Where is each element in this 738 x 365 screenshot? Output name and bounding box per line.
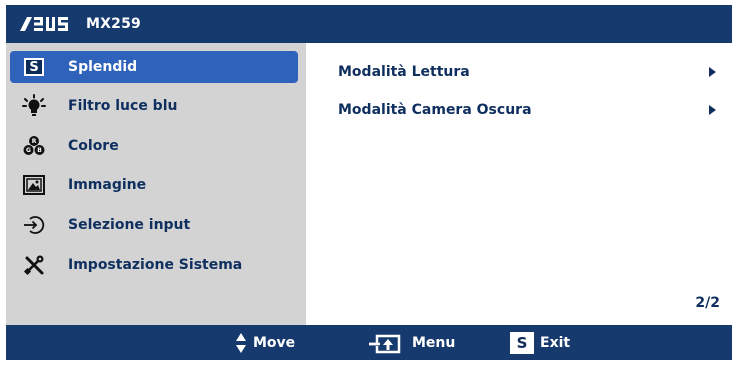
bulb-icon	[22, 94, 46, 118]
submenu-item-label: Modalità Camera Oscura	[338, 102, 532, 118]
submenu-item-darkroom-mode[interactable]: Modalità Camera Oscura	[338, 97, 718, 123]
menu-item-color[interactable]: R G B Colore	[6, 128, 306, 164]
menu-item-system-setup[interactable]: Impostazione Sistema	[6, 247, 306, 283]
menu-item-label: Selezione input	[68, 217, 191, 233]
menu-item-splendid[interactable]: S Splendid	[10, 51, 298, 83]
menu-item-label: Filtro luce blu	[68, 98, 178, 114]
chevron-right-icon	[709, 67, 716, 77]
menu-label: Menu	[412, 334, 456, 351]
main-menu: S Splendid Filtro luce blu R G B Colore …	[6, 43, 306, 325]
menu-item-label: Colore	[68, 138, 119, 154]
asus-logo	[20, 17, 76, 31]
menu-item-blue-light-filter[interactable]: Filtro luce blu	[6, 88, 306, 124]
submenu-item-reading-mode[interactable]: Modalità Lettura	[338, 59, 718, 85]
svg-text:G: G	[26, 147, 31, 154]
submenu-item-label: Modalità Lettura	[338, 64, 470, 80]
svg-text:R: R	[32, 138, 37, 145]
move-hint[interactable]: Move	[235, 325, 295, 360]
move-label: Move	[253, 334, 296, 351]
splendid-exit-icon: S	[510, 331, 534, 354]
menu-item-label: Immagine	[68, 177, 147, 193]
exit-hint[interactable]: S Exit	[510, 325, 570, 360]
menu-item-input-select[interactable]: Selezione input	[6, 207, 306, 243]
osd-window: MX259 S Splendid Filtro luce blu R G B C…	[6, 5, 732, 360]
image-icon	[22, 173, 46, 197]
menu-item-image[interactable]: Immagine	[6, 167, 306, 203]
submenu-panel: Modalità Lettura Modalità Camera Oscura …	[306, 43, 732, 325]
menu-item-label: Impostazione Sistema	[68, 257, 243, 273]
osd-header: MX259	[6, 5, 732, 43]
asus-logo-icon	[20, 17, 68, 31]
splendid-badge: S	[24, 58, 44, 76]
input-icon	[22, 213, 46, 237]
splendid-s-icon: S	[22, 55, 46, 79]
monitor-model: MX259	[86, 16, 141, 32]
exit-label: Exit	[540, 334, 571, 351]
chevron-right-icon	[709, 105, 716, 115]
svg-text:B: B	[37, 147, 42, 154]
osd-footer: Move Menu S Exit	[6, 325, 732, 360]
page-indicator: 2/2	[695, 295, 720, 311]
rgb-icon: R G B	[22, 134, 46, 158]
menu-item-label: Splendid	[68, 59, 138, 75]
menu-hint[interactable]: Menu	[368, 325, 455, 360]
up-down-arrow-icon	[236, 332, 246, 353]
tools-icon	[22, 253, 46, 277]
enter-icon	[369, 334, 401, 353]
